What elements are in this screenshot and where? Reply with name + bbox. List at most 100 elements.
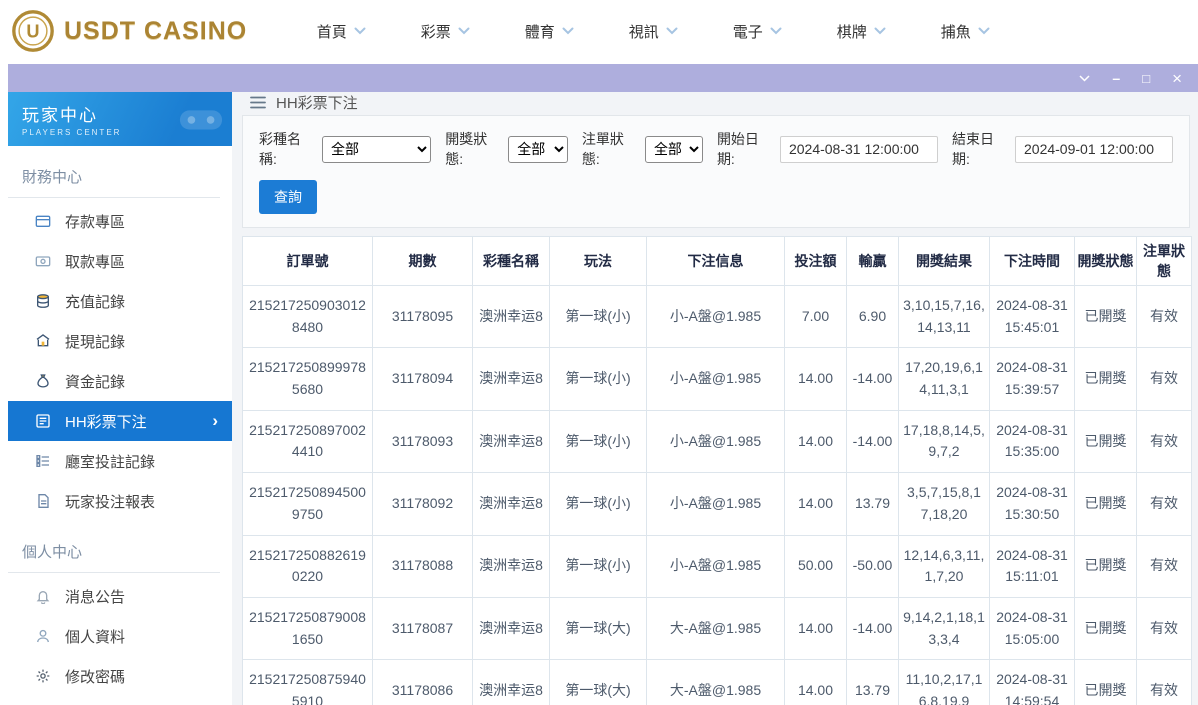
search-button[interactable]: 查詢 [259,180,317,214]
column-header: 訂單號 [242,236,373,286]
table-cell: 2152172508759405910 [242,659,373,705]
nav-item-slots[interactable]: 電子 [705,21,809,42]
bank-card-icon [34,213,51,229]
table-row[interactable]: 2152172508945009750 31178092 澳洲幸运8 第一球(小) 小-… [242,472,1192,536]
column-header: 下注時間 [989,236,1075,286]
chevron-down-icon [666,27,678,35]
collapse-icon[interactable] [1079,74,1090,82]
coins-icon [34,293,51,309]
nav-item-video[interactable]: 視訊 [601,21,705,42]
column-header: 輸贏 [846,236,899,286]
table-cell: 第一球(小) [549,409,647,474]
table-row[interactable]: 2152172508999785680 31178094 澳洲幸运8 第一球(小) 小-… [242,347,1192,411]
table-cell: 第一球(大) [549,659,647,705]
sidebar-item-change-password[interactable]: 修改密碼 [8,656,232,696]
bell-icon [34,588,51,604]
hamburger-icon[interactable] [250,96,266,109]
main-nav: 首頁 彩票 體育 視訊 電子 棋牌 捕魚 [289,21,1017,42]
table-row[interactable]: 2152172508970024410 31178093 澳洲幸运8 第一球(小) 小-… [242,409,1192,474]
chevron-down-icon [874,27,886,35]
nav-item-sports[interactable]: 體育 [497,21,601,42]
chevron-down-icon [978,27,990,35]
table-cell: 已開獎 [1074,472,1137,536]
draw-status-label: 開獎狀態: [445,131,488,167]
table-row[interactable]: 2152172508826190220 31178088 澳洲幸运8 第一球(小) 小-… [242,534,1192,598]
main-content: HH彩票下注 彩種名稱: 全部 開獎狀態: 全部 注單狀態: 全部 開始日期: … [232,92,1198,705]
table-cell: 已開獎 [1074,596,1137,661]
table-cell: -14.00 [846,596,899,661]
close-icon[interactable] [1172,70,1182,87]
sidebar-item-withdraw-record[interactable]: 提現記錄 [8,321,232,361]
table-cell: 第一球(小) [549,347,647,411]
sidebar-item-withdraw[interactable]: 取款專區 [8,241,232,281]
order-status-select[interactable]: 全部 [644,135,703,163]
table-cell: 2024-08-31 15:30:50 [989,472,1075,536]
end-date-input[interactable] [1015,135,1173,163]
table-cell: 小-A盤@1.985 [646,284,785,349]
table-cell: 2024-08-31 15:05:00 [989,596,1075,661]
sidebar-item-announcements[interactable]: 消息公告 [8,576,232,616]
sidebar-item-deposit[interactable]: 存款專區 [8,201,232,241]
table-cell: 2152172508970024410 [242,409,373,474]
maximize-icon[interactable] [1142,72,1150,85]
chevron-down-icon [354,27,366,35]
table-cell: 澳洲幸运8 [472,596,550,661]
report-icon [34,493,51,509]
table-cell: -50.00 [846,534,899,598]
column-header: 期數 [372,236,473,286]
table-row[interactable]: 2152172508759405910 31178086 澳洲幸运8 第一球(大) 大-… [242,659,1192,705]
table-cell: 2152172508945009750 [242,472,373,536]
gear-icon [34,668,51,684]
table-cell: 2024-08-31 14:59:54 [989,659,1075,705]
table-cell: 有效 [1136,409,1192,474]
table-cell: 澳洲幸运8 [472,659,550,705]
sidebar-item-hh-lottery-bets[interactable]: HH彩票下注 [8,401,232,441]
table-cell: 31178086 [372,659,473,705]
table-cell: 14.00 [784,596,847,661]
table-cell: 3,10,15,7,16,14,13,11 [898,284,990,349]
table-cell: 14.00 [784,347,847,411]
column-header: 開獎結果 [898,236,990,286]
start-date-input[interactable] [779,135,938,163]
player-center-window: 玩家中心 PLAYERS CENTER 財務中心 存款專區 取款專區 [8,64,1198,705]
minimize-icon[interactable] [1112,71,1120,85]
table-cell: 有效 [1136,534,1192,598]
table-cell: 13.79 [846,472,899,536]
table-cell: 2024-08-31 15:35:00 [989,409,1075,474]
table-cell: 12,14,6,3,11,1,7,20 [898,534,990,598]
table-cell: 澳洲幸运8 [472,409,550,474]
table-cell: 小-A盤@1.985 [646,534,785,598]
table-cell: 有效 [1136,596,1192,661]
end-date-label: 結束日期: [951,131,994,167]
table-cell: 31178095 [372,284,473,349]
table-row[interactable]: 2152172508790081650 31178087 澳洲幸运8 第一球(大) 大-… [242,596,1192,661]
sidebar-item-player-bet-report[interactable]: 玩家投注報表 [8,481,232,521]
table-cell: 澳洲幸运8 [472,347,550,411]
column-header: 玩法 [549,236,647,286]
nav-item-cards[interactable]: 棋牌 [809,21,913,42]
sidebar-header: 玩家中心 PLAYERS CENTER [8,92,232,146]
table-cell: 2152172508790081650 [242,596,373,661]
bets-table: 訂單號 期數 彩種名稱 玩法 下注信息 投注額 輸贏 開獎結果 下注時間 開獎狀態 注單狀態 215… [242,236,1192,705]
nav-item-fishing[interactable]: 捕魚 [913,21,1017,42]
table-cell: 31178093 [372,409,473,474]
page-title: HH彩票下注 [276,95,358,112]
table-cell: 17,20,19,6,14,11,3,1 [898,347,990,411]
lottery-name-select[interactable]: 全部 [322,135,432,163]
table-cell: 小-A盤@1.985 [646,347,785,411]
sidebar-item-profile[interactable]: 個人資料 [8,616,232,656]
nav-item-lottery[interactable]: 彩票 [393,21,497,42]
sidebar-item-funds-record[interactable]: 資金記錄 [8,361,232,401]
nav-item-home[interactable]: 首頁 [289,21,393,42]
table-cell: 14.00 [784,409,847,474]
sidebar-item-recharge-record[interactable]: 充值記錄 [8,281,232,321]
site-logo[interactable]: U USDT CASINO [10,8,247,54]
money-bag-icon [34,373,51,389]
table-cell: 17,18,8,14,5,9,7,2 [898,409,990,474]
table-row[interactable]: 2152172509030128480 31178095 澳洲幸运8 第一球(小) 小-… [242,284,1192,349]
draw-status-select[interactable]: 全部 [508,135,568,163]
order-status-label: 注單狀態: [581,131,624,167]
sidebar-item-hall-bet-record[interactable]: 廳室投註記錄 [8,441,232,481]
table-cell: 已開獎 [1074,284,1137,349]
table-cell: 2152172508999785680 [242,347,373,411]
